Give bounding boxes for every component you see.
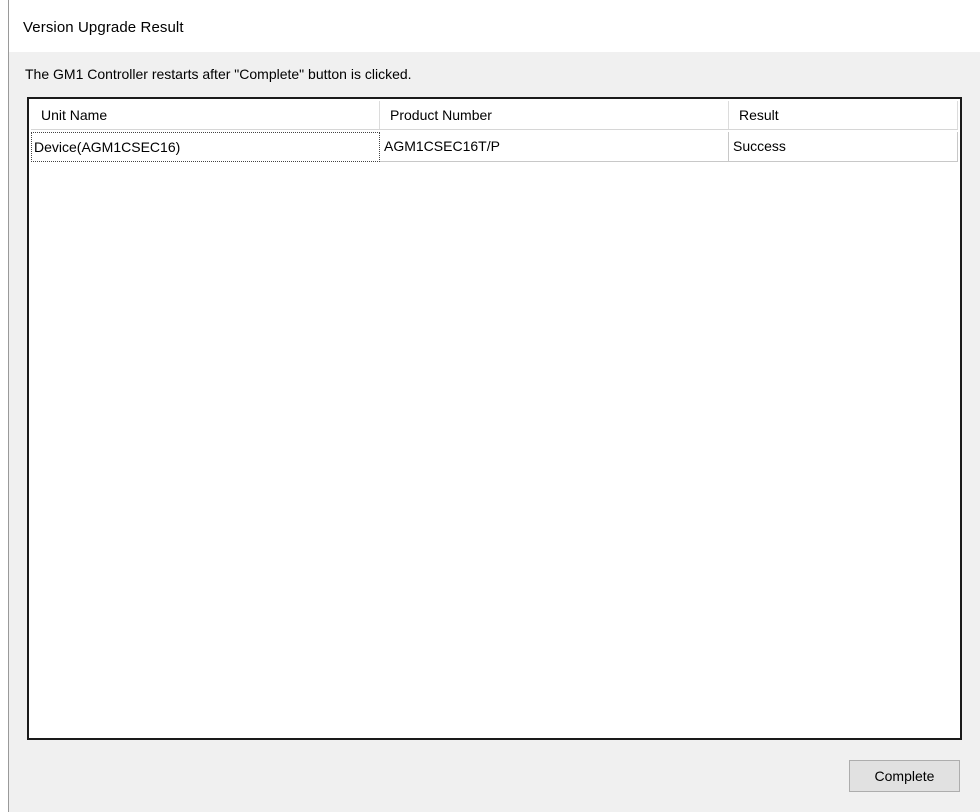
- column-header-product-number[interactable]: Product Number: [380, 101, 729, 129]
- column-header-result[interactable]: Result: [729, 101, 958, 129]
- title-bar[interactable]: Version Upgrade Result: [9, 0, 980, 52]
- result-table-body: Unit Name Product Number Result Device(A…: [31, 101, 958, 736]
- cell-product-number[interactable]: AGM1CSEC16T/P: [380, 132, 729, 162]
- column-header-unit-name[interactable]: Unit Name: [31, 101, 380, 129]
- version-upgrade-result-dialog: Version Upgrade Result The GM1 Controlle…: [8, 0, 980, 812]
- table-header: Unit Name Product Number Result: [31, 101, 958, 130]
- cell-result[interactable]: Success: [729, 132, 958, 162]
- cell-unit-name[interactable]: Device(AGM1CSEC16): [31, 132, 380, 162]
- table-row[interactable]: Device(AGM1CSEC16) AGM1CSEC16T/P Success: [31, 132, 958, 162]
- result-table: Unit Name Product Number Result Device(A…: [27, 97, 962, 740]
- window-title: Version Upgrade Result: [23, 19, 184, 36]
- complete-button[interactable]: Complete: [849, 760, 960, 792]
- restart-message: The GM1 Controller restarts after "Compl…: [25, 66, 412, 82]
